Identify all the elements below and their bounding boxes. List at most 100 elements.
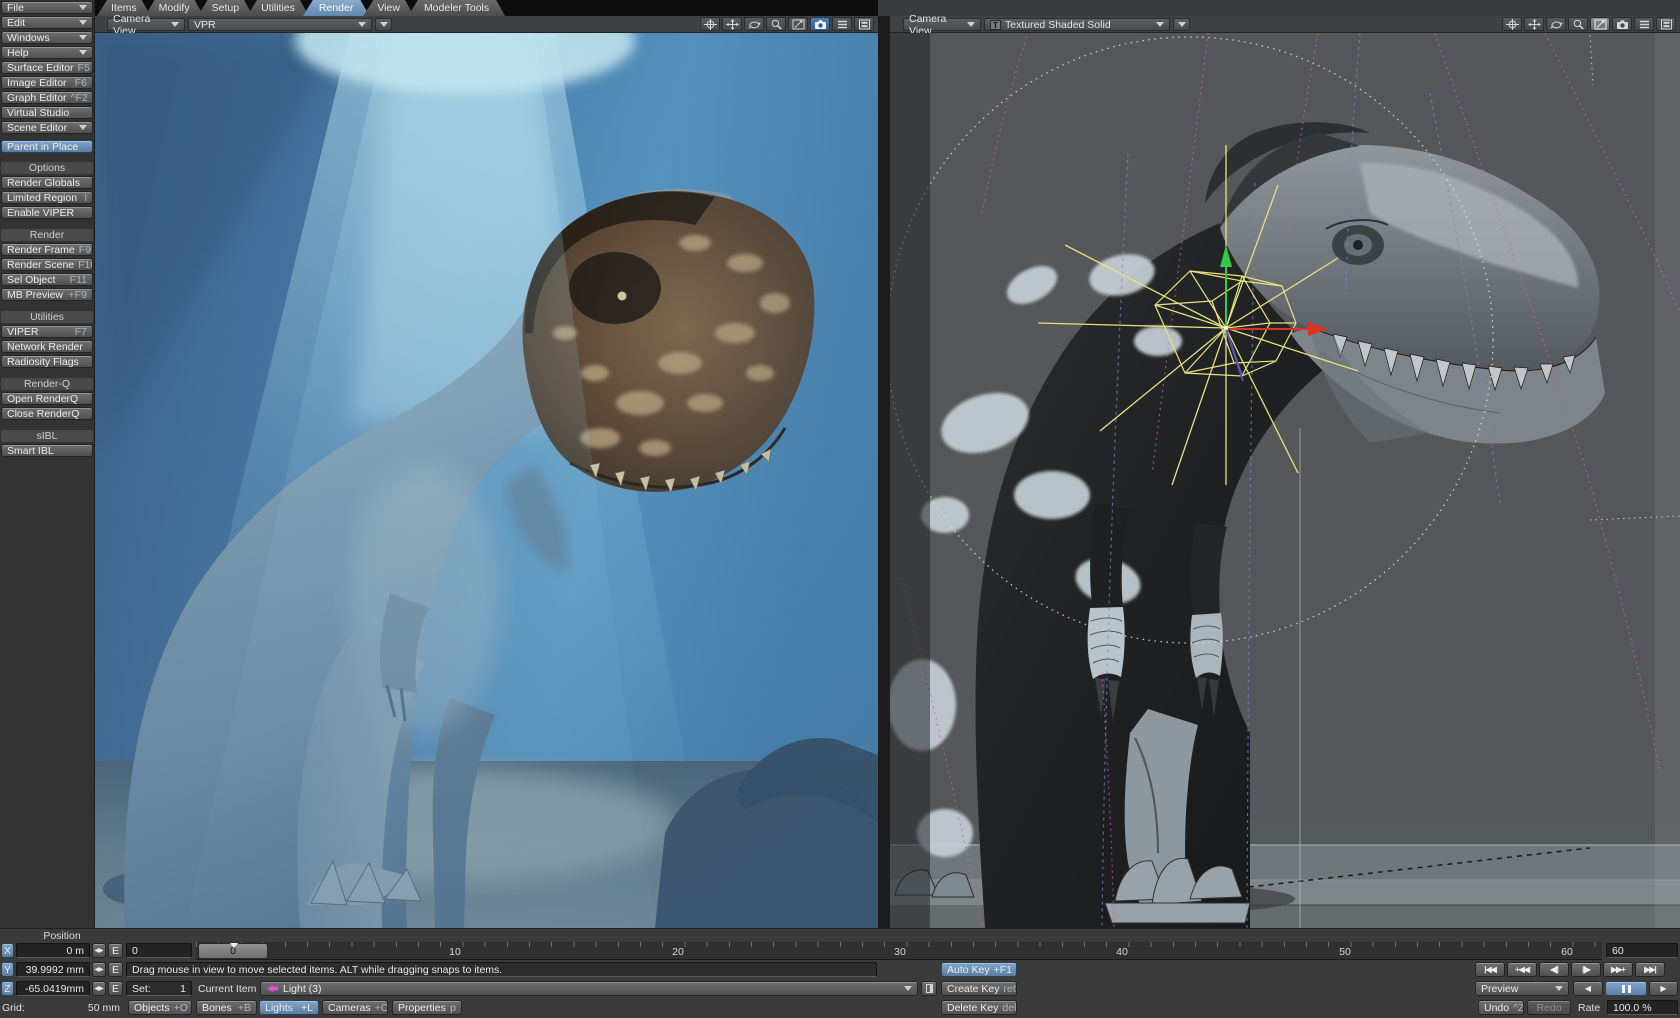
item-properties-mini-button[interactable]: [921, 981, 937, 996]
textured-mode-icon: T: [990, 20, 1001, 30]
create-key-button[interactable]: Create Key ret: [941, 981, 1017, 996]
current-item-dropdown[interactable]: Light (3): [260, 981, 918, 996]
right-viewport-menu-dropdown[interactable]: [1173, 18, 1190, 31]
preview-dropdown[interactable]: Preview: [1475, 981, 1569, 996]
position-x-field[interactable]: 0 m: [16, 943, 90, 958]
delete-key-button[interactable]: Delete Key del: [941, 1000, 1017, 1015]
timeline-ruler[interactable]: 10 20 30 40 50 60 0: [196, 942, 1602, 960]
scene-editor-button[interactable]: Scene Editor: [1, 121, 93, 134]
camera-icon[interactable]: [810, 17, 830, 31]
limited-region-button[interactable]: Limited Region l: [1, 191, 93, 204]
chevron-down-icon: [1156, 22, 1164, 27]
layout-icon[interactable]: [1656, 17, 1676, 31]
y-envelope-button[interactable]: E: [108, 962, 123, 977]
rate-field[interactable]: 100.0 %: [1607, 1000, 1678, 1015]
zoom-icon[interactable]: [766, 17, 786, 31]
tab-utilities[interactable]: Utilities: [247, 0, 309, 16]
objects-button[interactable]: Objects +O: [128, 1000, 192, 1015]
set-count: 1: [180, 983, 186, 995]
x-spinner[interactable]: ◀▶: [92, 943, 106, 958]
smart-ibl-button[interactable]: Smart IBL: [1, 444, 93, 457]
vpr-render-view[interactable]: [95, 33, 878, 928]
menu-windows[interactable]: Windows: [1, 31, 93, 44]
axis-z-button[interactable]: Z: [1, 981, 14, 996]
left-render-mode-dropdown[interactable]: VPR: [188, 18, 372, 31]
z-envelope-button[interactable]: E: [108, 981, 123, 996]
shortcut: F10: [74, 259, 93, 271]
chevron-down-icon: [79, 35, 87, 40]
menu-edit[interactable]: Edit: [1, 16, 93, 29]
cameras-button[interactable]: Cameras +C: [322, 1000, 388, 1015]
pan-icon[interactable]: [700, 17, 720, 31]
undo-button[interactable]: Undo ^Z: [1478, 1000, 1524, 1015]
bones-button[interactable]: Bones +B: [196, 1000, 257, 1015]
play-reverse-button[interactable]: ◀: [1573, 981, 1603, 996]
move-icon[interactable]: [1524, 17, 1544, 31]
menu-help[interactable]: Help: [1, 46, 93, 59]
next-key-button[interactable]: ▶▶+: [1603, 962, 1633, 977]
frame-slider-handle[interactable]: 0: [198, 943, 268, 959]
auto-key-button[interactable]: Auto Key +F1: [941, 962, 1017, 977]
axis-y-button[interactable]: Y: [1, 962, 14, 977]
virtual-studio-button[interactable]: Virtual Studio: [1, 106, 93, 119]
menu-file[interactable]: File: [1, 1, 93, 14]
prev-key-button[interactable]: +◀◀: [1507, 962, 1537, 977]
network-render-button[interactable]: Network Render: [1, 340, 93, 353]
tab-setup[interactable]: Setup: [198, 0, 253, 16]
image-editor-button[interactable]: Image Editor F6: [1, 76, 93, 89]
enable-viper-button[interactable]: Enable VIPER: [1, 206, 93, 219]
right-view-type-dropdown[interactable]: Camera View: [903, 18, 981, 31]
properties-button[interactable]: Properties p: [392, 1000, 462, 1015]
pause-button[interactable]: [1605, 981, 1647, 996]
position-z-field[interactable]: -65.0419mm: [16, 981, 90, 996]
last-frame-field[interactable]: 60: [1606, 943, 1678, 958]
right-render-mode-dropdown[interactable]: T Textured Shaded Solid: [984, 18, 1170, 31]
go-to-end-button[interactable]: ▶▶|: [1635, 962, 1665, 977]
render-scene-button[interactable]: Render Scene F10: [1, 258, 93, 271]
render-frame-button[interactable]: Render Frame F9: [1, 243, 93, 256]
play-forward-button[interactable]: ▶: [1649, 981, 1678, 996]
parent-in-place-button[interactable]: Parent in Place: [1, 140, 93, 153]
tab-modeler-tools[interactable]: Modeler Tools: [408, 0, 505, 16]
axis-x-button[interactable]: X: [1, 943, 14, 958]
layout-icon[interactable]: [854, 17, 874, 31]
go-to-start-button[interactable]: |◀◀: [1475, 962, 1505, 977]
redo-button[interactable]: Redo: [1527, 1000, 1571, 1015]
tab-render[interactable]: Render: [303, 0, 369, 16]
camera-icon[interactable]: [1612, 17, 1632, 31]
position-x-value: 0 m: [66, 945, 84, 957]
y-spinner[interactable]: ◀▶: [92, 962, 106, 977]
open-renderq-button[interactable]: Open RenderQ: [1, 392, 93, 405]
tab-view[interactable]: View: [363, 0, 414, 16]
graph-editor-button[interactable]: Graph Editor ^F2: [1, 91, 93, 104]
move-icon[interactable]: [722, 17, 742, 31]
render-globals-button[interactable]: Render Globals: [1, 176, 93, 189]
zoom-icon[interactable]: [1568, 17, 1588, 31]
surface-editor-button[interactable]: Surface Editor F5: [1, 61, 93, 74]
sel-object-button[interactable]: Sel Object F11: [1, 273, 93, 286]
z-spinner[interactable]: ◀▶: [92, 981, 106, 996]
maximize-icon[interactable]: [788, 17, 808, 31]
viewport-divider[interactable]: [878, 16, 890, 928]
maximize-icon[interactable]: [1590, 17, 1610, 31]
mb-preview-button[interactable]: MB Preview +F9: [1, 288, 93, 301]
menu-icon[interactable]: [1634, 17, 1654, 31]
pan-icon[interactable]: [1502, 17, 1522, 31]
close-renderq-button[interactable]: Close RenderQ: [1, 407, 93, 420]
x-envelope-button[interactable]: E: [108, 943, 123, 958]
next-frame-button[interactable]: ||▶: [1571, 962, 1601, 977]
shortcut: ret: [1000, 983, 1016, 995]
shortcut: +C: [371, 1002, 388, 1014]
current-frame-field[interactable]: 0: [126, 943, 192, 958]
menu-icon[interactable]: [832, 17, 852, 31]
radiosity-flags-button[interactable]: Radiosity Flags: [1, 355, 93, 368]
shaded-3d-view[interactable]: [890, 33, 1680, 928]
rotate-icon[interactable]: [1546, 17, 1566, 31]
prev-frame-button[interactable]: ◀||: [1539, 962, 1569, 977]
viper-button[interactable]: VIPER F7: [1, 325, 93, 338]
position-y-field[interactable]: 39.9992 mm: [16, 962, 90, 977]
left-viewport-menu-dropdown[interactable]: [375, 18, 392, 31]
left-view-type-dropdown[interactable]: Camera View: [107, 18, 185, 31]
lights-button[interactable]: Lights +L: [259, 1000, 319, 1015]
rotate-icon[interactable]: [744, 17, 764, 31]
